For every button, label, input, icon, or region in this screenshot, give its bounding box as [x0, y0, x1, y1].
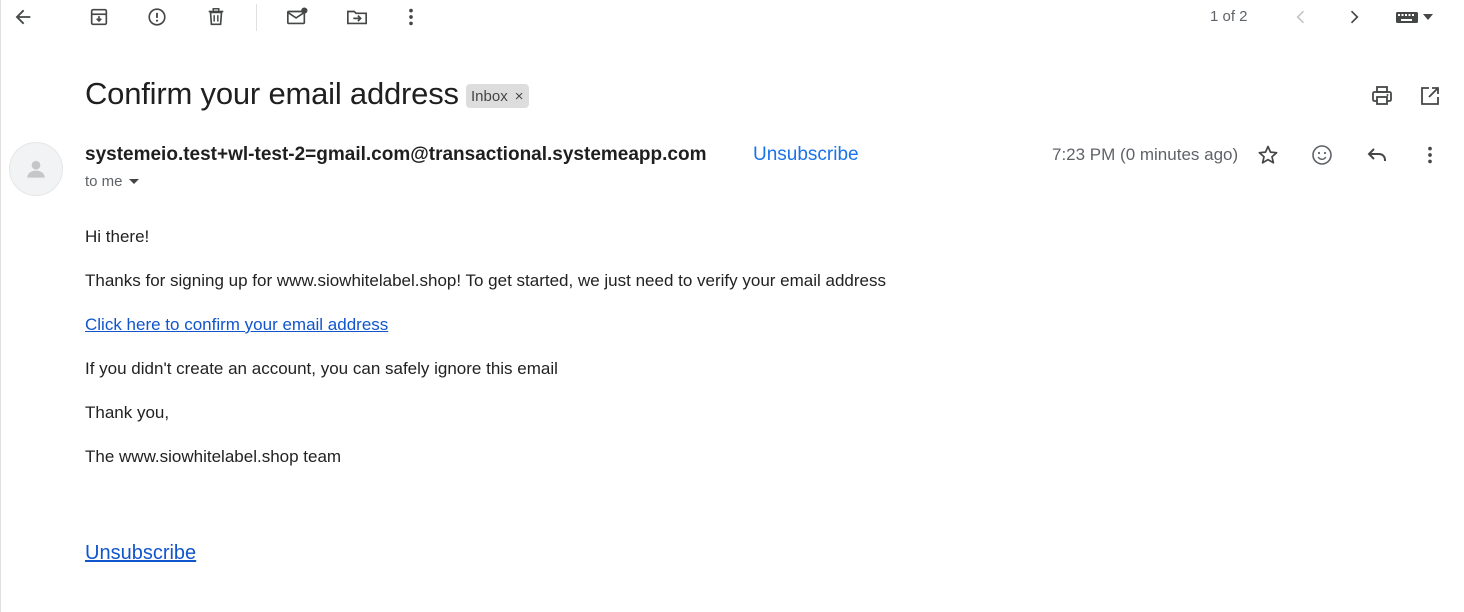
- chevron-left-icon: [1296, 10, 1305, 24]
- move-to-icon: [347, 10, 367, 25]
- email-timestamp: 7:23 PM (0 minutes ago): [1052, 145, 1239, 164]
- more-vert-icon: [409, 8, 413, 26]
- inbox-label-chip[interactable]: Inbox ×: [466, 84, 530, 108]
- sender-avatar[interactable]: [9, 142, 63, 196]
- emoji-icon: [1312, 145, 1332, 165]
- more-vert-icon: [1428, 146, 1432, 164]
- unsubscribe-footer-link[interactable]: Unsubscribe: [85, 542, 196, 565]
- reply-icon: [1367, 148, 1386, 161]
- remove-label-button[interactable]: ×: [515, 88, 524, 105]
- archive-icon: [90, 8, 108, 26]
- previous-email-button[interactable]: [1285, 1, 1317, 33]
- star-button[interactable]: [1252, 139, 1284, 171]
- recipient-line: to me: [85, 173, 139, 190]
- reply-button[interactable]: [1361, 139, 1393, 171]
- show-details-caret-icon[interactable]: [128, 179, 139, 184]
- archive-button[interactable]: [83, 1, 115, 33]
- move-to-button[interactable]: [341, 1, 373, 33]
- recipient-text: to me: [85, 173, 123, 190]
- sender-address[interactable]: systemeio.test+wl-test-2=gmail.com@trans…: [85, 144, 706, 166]
- open-new-window-button[interactable]: [1414, 80, 1446, 112]
- trash-icon: [208, 8, 224, 26]
- confirm-email-link[interactable]: Click here to confirm your email address: [85, 315, 388, 335]
- mark-unread-icon: [287, 7, 308, 25]
- chevron-down-icon: [1423, 14, 1433, 20]
- email-subject: Confirm your email address: [85, 76, 459, 111]
- arrow-back-icon: [15, 9, 31, 25]
- print-icon: [1372, 86, 1392, 105]
- body-signature: The www.siowhitelabel.shop team: [85, 447, 342, 466]
- star-icon: [1258, 145, 1278, 164]
- left-border: [0, 0, 1, 612]
- message-more-button[interactable]: [1414, 139, 1446, 171]
- print-all-button[interactable]: [1366, 80, 1398, 112]
- keyboard-icon: [1396, 12, 1418, 23]
- pager-count: 1 of 2: [1210, 8, 1248, 25]
- toolbar-divider: [256, 4, 257, 31]
- report-spam-icon: [148, 8, 166, 26]
- back-button[interactable]: [7, 1, 39, 33]
- next-email-button[interactable]: [1338, 1, 1370, 33]
- mark-unread-button[interactable]: [281, 1, 313, 33]
- body-paragraph: Thanks for signing up for www.siowhitela…: [85, 271, 886, 290]
- report-spam-button[interactable]: [141, 1, 173, 33]
- add-reaction-button[interactable]: [1306, 139, 1338, 171]
- person-icon: [27, 160, 45, 178]
- delete-button[interactable]: [200, 1, 232, 33]
- input-tools-button[interactable]: [1387, 1, 1441, 33]
- body-closing: Thank you,: [85, 403, 170, 422]
- body-paragraph: If you didn't create an account, you can…: [85, 359, 558, 378]
- more-options-button[interactable]: [395, 1, 427, 33]
- unsubscribe-header-link[interactable]: Unsubscribe: [753, 144, 859, 166]
- open-in-new-icon: [1421, 87, 1439, 105]
- chevron-right-icon: [1350, 10, 1359, 24]
- body-greeting: Hi there!: [85, 227, 150, 246]
- label-text: Inbox: [471, 87, 508, 105]
